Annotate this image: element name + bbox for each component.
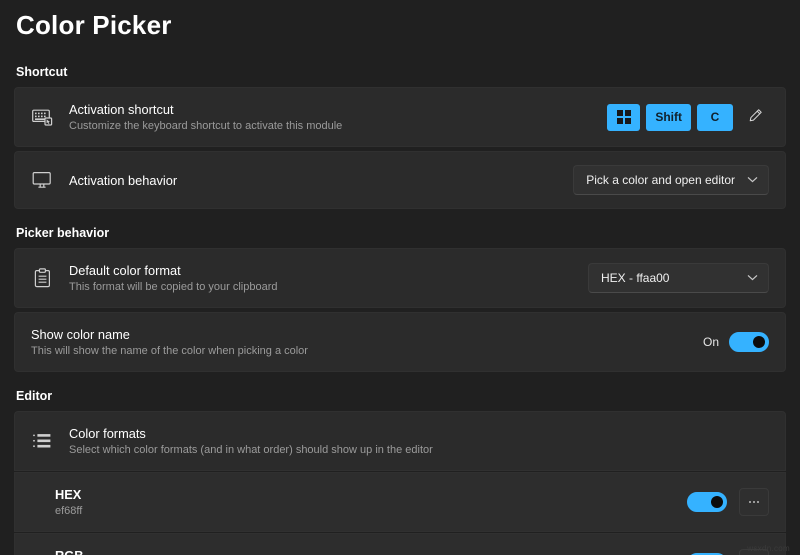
key-shift[interactable]: Shift [646, 103, 691, 131]
default-color-format-card[interactable]: Default color format This format will be… [14, 248, 786, 308]
show-color-name-toggle-state: On [702, 335, 719, 349]
activation-behavior-card[interactable]: Activation behavior Pick a color and ope… [14, 151, 786, 209]
color-formats-title: Color formats [69, 425, 146, 441]
activation-behavior-value: Pick a color and open editor [586, 173, 735, 187]
color-formats-description: Select which color formats (and in what … [69, 443, 433, 456]
color-format-hex-value: ef68ff [55, 504, 83, 517]
toggle-knob [753, 336, 765, 348]
show-color-name-controls: On [703, 332, 769, 352]
edit-shortcut-button[interactable] [741, 103, 769, 131]
default-color-format-text: Default color format This format will be… [69, 262, 588, 295]
show-color-name-title: Show color name [31, 326, 130, 342]
activation-shortcut-title: Activation shortcut [69, 101, 174, 117]
color-formats-text: Color formats Select which color formats… [69, 425, 769, 458]
color-format-hex-name: HEX [55, 486, 82, 502]
show-color-name-card[interactable]: Show color name This will show the name … [14, 312, 786, 372]
chevron-down-icon [747, 273, 758, 283]
toggle-knob [711, 496, 723, 508]
activation-shortcut-description: Customize the keyboard shortcut to activ… [69, 119, 343, 132]
clipboard-icon [31, 267, 53, 289]
activation-behavior-title: Activation behavior [69, 172, 178, 188]
default-color-format-controls: HEX - ffaa00 [588, 263, 769, 293]
show-color-name-toggle[interactable] [729, 332, 769, 352]
default-color-format-description: This format will be copied to your clipb… [69, 280, 278, 293]
show-color-name-text: Show color name This will show the name … [31, 326, 703, 359]
windows-logo-icon [616, 110, 631, 124]
color-format-hex-text: HEX ef68ff [55, 486, 687, 519]
section-header-editor: Editor [16, 389, 53, 403]
key-c[interactable]: C [697, 103, 733, 131]
show-color-name-description: This will show the name of the color whe… [31, 344, 308, 357]
color-format-hex-toggle[interactable] [687, 492, 727, 512]
pencil-icon [748, 108, 763, 126]
section-header-picker-behavior: Picker behavior [16, 226, 110, 240]
default-color-format-value: HEX - ffaa00 [601, 271, 670, 285]
color-format-hex-controls [687, 488, 769, 516]
watermark: wsxdn.com [747, 544, 790, 553]
color-picker-settings-page: Color Picker Shortcut Activation shortcu… [0, 0, 800, 555]
keyboard-icon [31, 106, 53, 128]
section-header-shortcut: Shortcut [16, 65, 68, 79]
color-format-row-rgb[interactable]: RGB rgb(239, 104, 255) [14, 533, 786, 555]
page-title: Color Picker [16, 10, 172, 40]
key-windows[interactable] [607, 103, 641, 131]
monitor-icon [31, 169, 53, 191]
activation-shortcut-card[interactable]: Activation shortcut Customize the keyboa… [14, 87, 786, 147]
default-color-format-dropdown[interactable]: HEX - ffaa00 [588, 263, 769, 293]
more-horizontal-icon [749, 501, 759, 503]
default-color-format-title: Default color format [69, 262, 181, 278]
color-format-hex-more-button[interactable] [739, 488, 769, 516]
activation-behavior-dropdown[interactable]: Pick a color and open editor [573, 165, 769, 195]
color-format-row-hex[interactable]: HEX ef68ff [14, 472, 786, 532]
color-format-rgb-text: RGB rgb(239, 104, 255) [55, 547, 687, 555]
activation-shortcut-controls: Shift C [607, 103, 769, 131]
chevron-down-icon [747, 175, 758, 185]
shortcut-keys: Shift C [607, 103, 733, 131]
color-format-rgb-name: RGB [55, 547, 84, 555]
color-formats-card[interactable]: Color formats Select which color formats… [14, 411, 786, 471]
show-color-name-toggle-wrap: On [703, 332, 769, 352]
activation-behavior-text: Activation behavior [69, 172, 573, 189]
list-icon [31, 430, 53, 452]
activation-shortcut-text: Activation shortcut Customize the keyboa… [69, 101, 607, 134]
activation-behavior-controls: Pick a color and open editor [573, 165, 769, 195]
